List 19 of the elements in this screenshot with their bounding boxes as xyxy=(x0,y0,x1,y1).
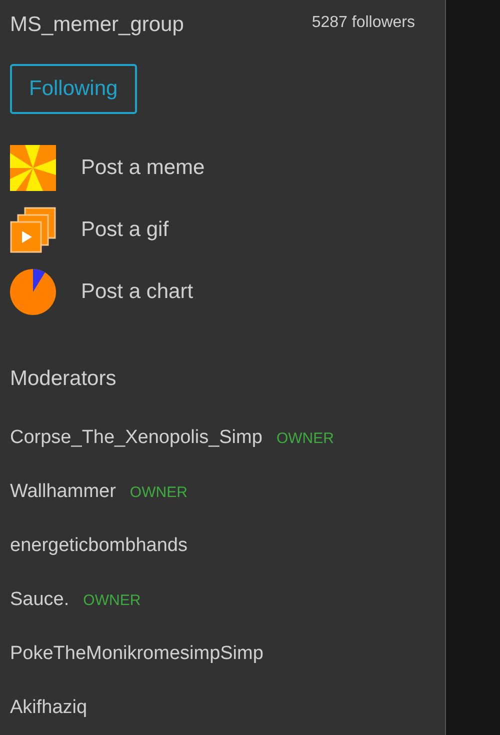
moderator-name[interactable]: Sauce. xyxy=(10,586,70,614)
owner-tag: OWNER xyxy=(83,590,141,612)
moderator-name[interactable]: Corpse_The_Xenopolis_Simp xyxy=(10,424,262,452)
post-link[interactable]: Post a chart xyxy=(81,276,194,308)
owner-tag: OWNER xyxy=(130,482,188,504)
moderator-name[interactable]: PokeTheMonikromesimpSimp xyxy=(10,640,264,668)
post-link[interactable]: Post a meme xyxy=(81,152,205,184)
pie-chart-icon xyxy=(10,268,56,314)
moderators-heading: Moderators xyxy=(10,366,118,392)
following-button[interactable]: Following xyxy=(10,64,137,114)
moderator-name[interactable]: Wallhammer xyxy=(10,478,116,506)
group-name: MS_memer_group xyxy=(10,12,184,38)
moderator-name[interactable]: energeticbombhands xyxy=(10,532,188,560)
owner-tag: OWNER xyxy=(276,428,334,450)
video-frames-icon xyxy=(10,206,56,252)
follower-count: 5287 followers xyxy=(312,13,415,33)
pinwheel-icon xyxy=(10,144,56,190)
post-link[interactable]: Post a gif xyxy=(81,214,169,246)
moderator-name[interactable]: Akifhaziq xyxy=(10,694,88,722)
